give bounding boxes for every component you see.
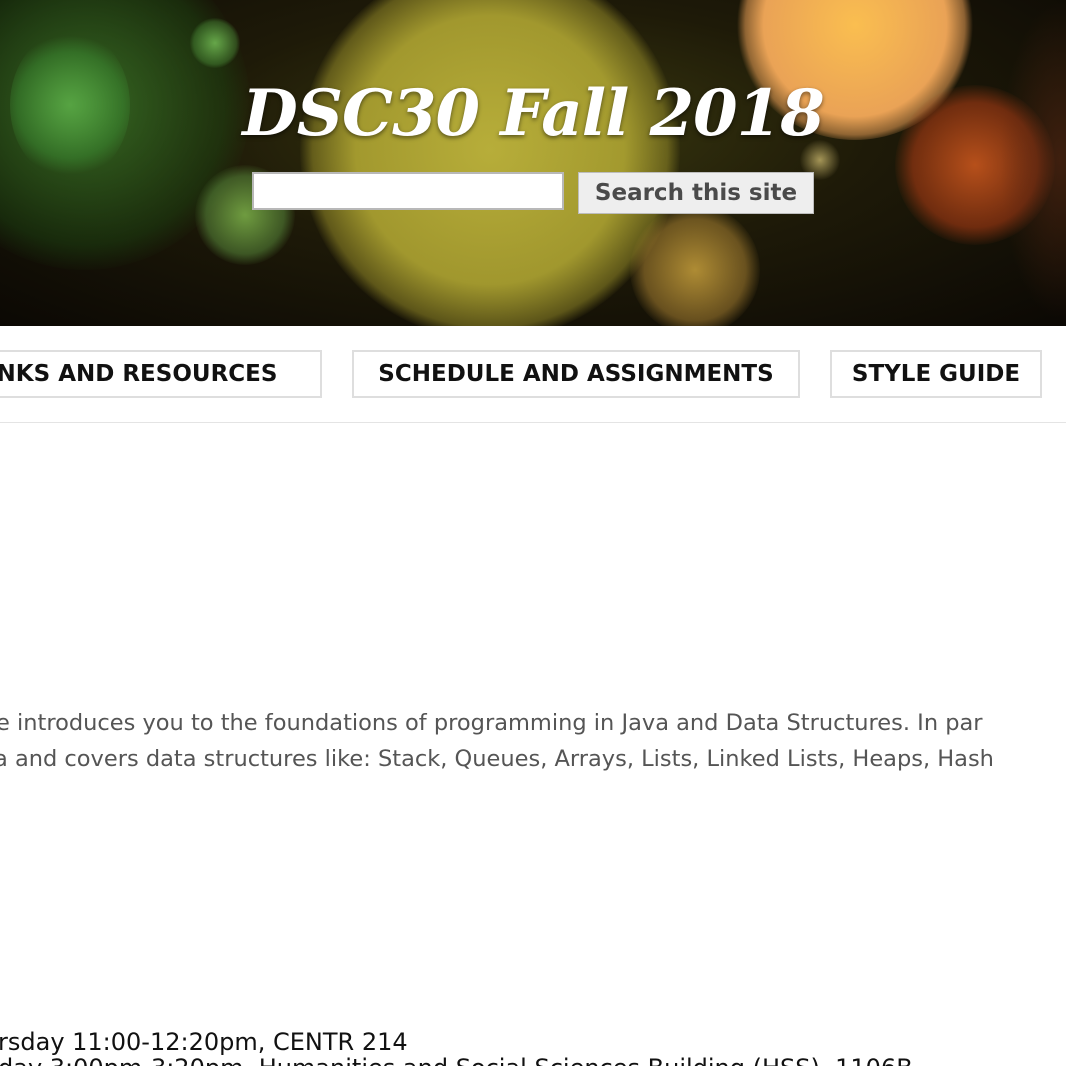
header-banner: DSC30 Fall 2018 Search this site [0,0,1066,326]
bokeh-light [1000,0,1066,320]
nav-item-links-and-resources[interactable]: INKS AND RESOURCES [0,350,322,398]
course-description-line: a and covers data structures like: Stack… [0,746,994,772]
nav-item-style-guide[interactable]: STYLE GUIDE [830,350,1042,398]
bokeh-light [190,18,240,68]
bokeh-light [630,205,760,326]
main-nav: INKS AND RESOURCES SCHEDULE AND ASSIGNME… [0,326,1066,423]
search-input[interactable] [252,172,564,210]
site-title[interactable]: DSC30 Fall 2018 [0,74,1066,154]
nav-item-schedule-and-assignments[interactable]: SCHEDULE AND ASSIGNMENTS [352,350,800,398]
bokeh-light [300,0,680,326]
search-button[interactable]: Search this site [578,172,814,214]
course-description-line: e introduces you to the foundations of p… [0,710,983,736]
discussion-schedule-line: day 3:00pm-3:20pm, Humanities and Social… [0,1052,913,1066]
